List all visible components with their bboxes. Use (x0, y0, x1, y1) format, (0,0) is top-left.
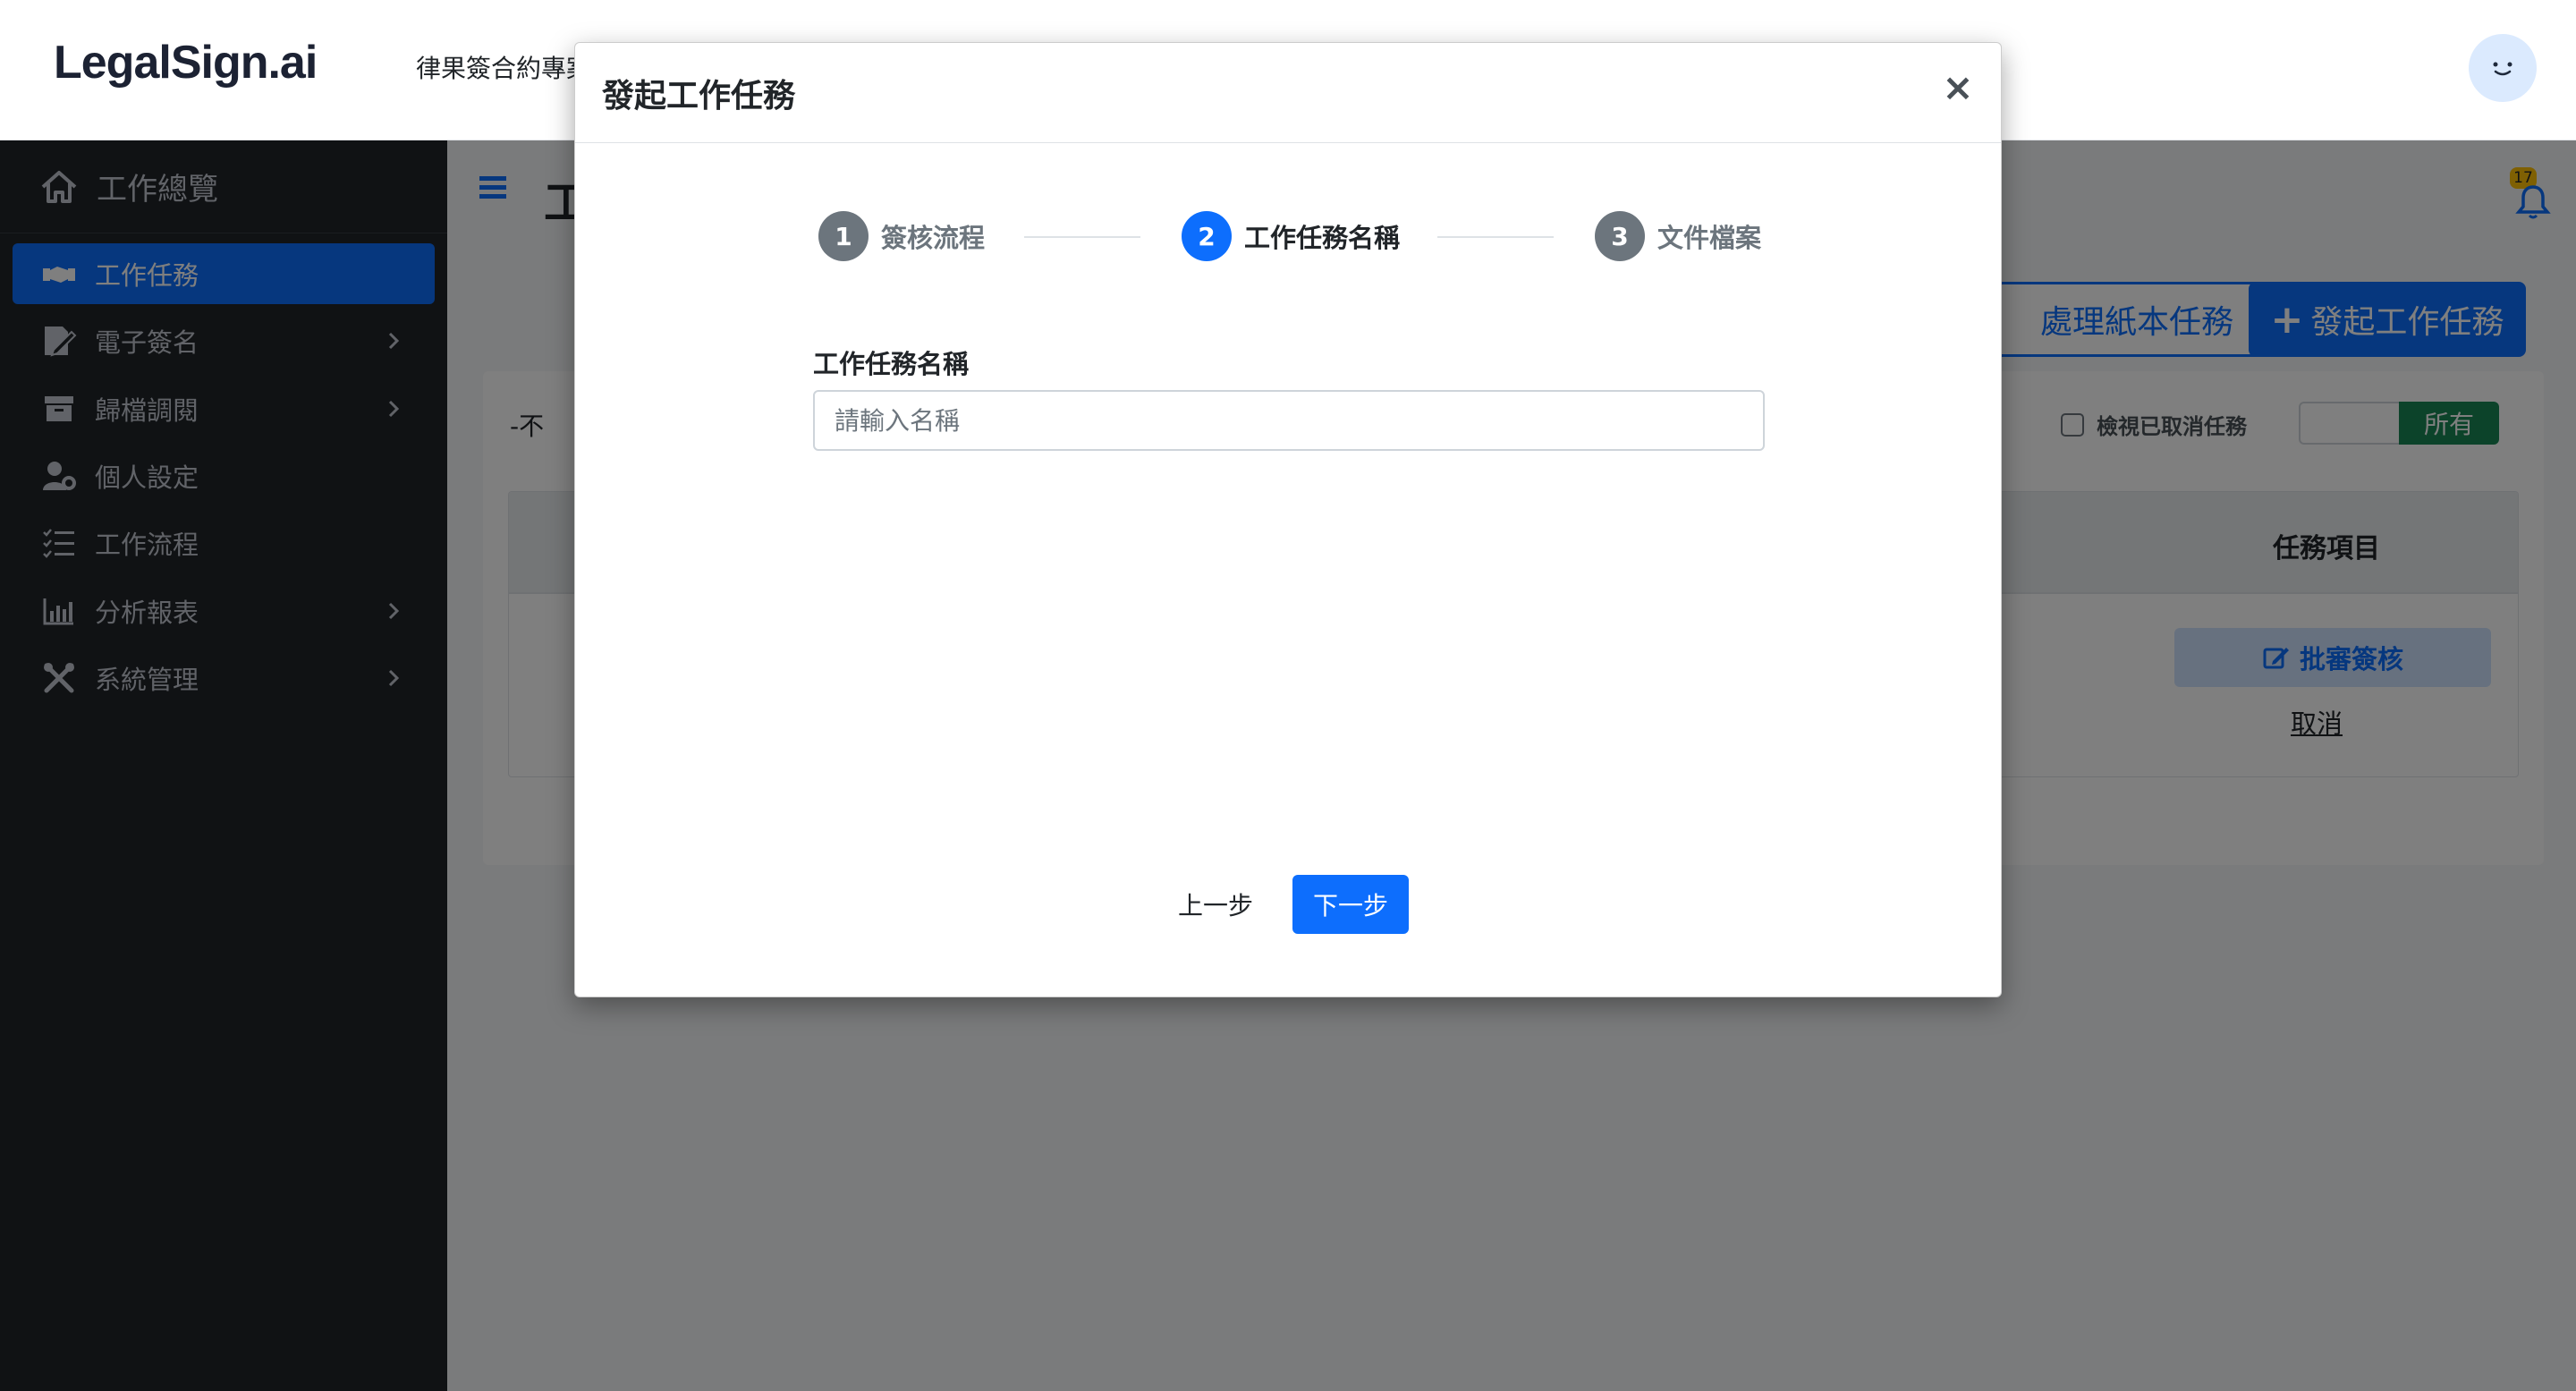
step-label: 文件檔案 (1657, 223, 1762, 253)
step-1[interactable]: 1 簽核流程 (818, 211, 985, 261)
close-icon[interactable]: × (1942, 69, 1974, 106)
step-3[interactable]: 3 文件檔案 (1595, 211, 1761, 261)
step-2[interactable]: 2 工作任務名稱 (1182, 211, 1400, 261)
step-number: 2 (1182, 211, 1232, 261)
stepper: 1 簽核流程 2 工作任務名稱 3 文件檔案 (575, 211, 2001, 265)
next-step-button[interactable]: 下一步 (1292, 875, 1409, 934)
user-avatar[interactable] (2469, 34, 2537, 102)
start-task-modal: 發起工作任務 × 1 簽核流程 2 工作任務名稱 3 文件檔案 工作任務名稱 上… (574, 42, 2002, 997)
step-label: 簽核流程 (881, 223, 986, 253)
modal-header: 發起工作任務 × (575, 43, 2001, 143)
step-label: 工作任務名稱 (1244, 223, 1401, 253)
modal-title: 發起工作任務 (602, 78, 796, 115)
app-logo[interactable]: LegalSign.ai (54, 36, 318, 89)
step-number: 3 (1595, 211, 1645, 261)
company-name: 律果簽合約專案 (416, 54, 592, 83)
step-connector (1437, 236, 1554, 238)
step-connector (1024, 236, 1140, 238)
smiley-face-icon (2493, 62, 2512, 76)
task-name-input[interactable] (813, 390, 1765, 451)
previous-step-button[interactable]: 上一步 (1165, 875, 1266, 934)
step-number: 1 (818, 211, 869, 261)
task-name-label: 工作任務名稱 (813, 349, 970, 379)
